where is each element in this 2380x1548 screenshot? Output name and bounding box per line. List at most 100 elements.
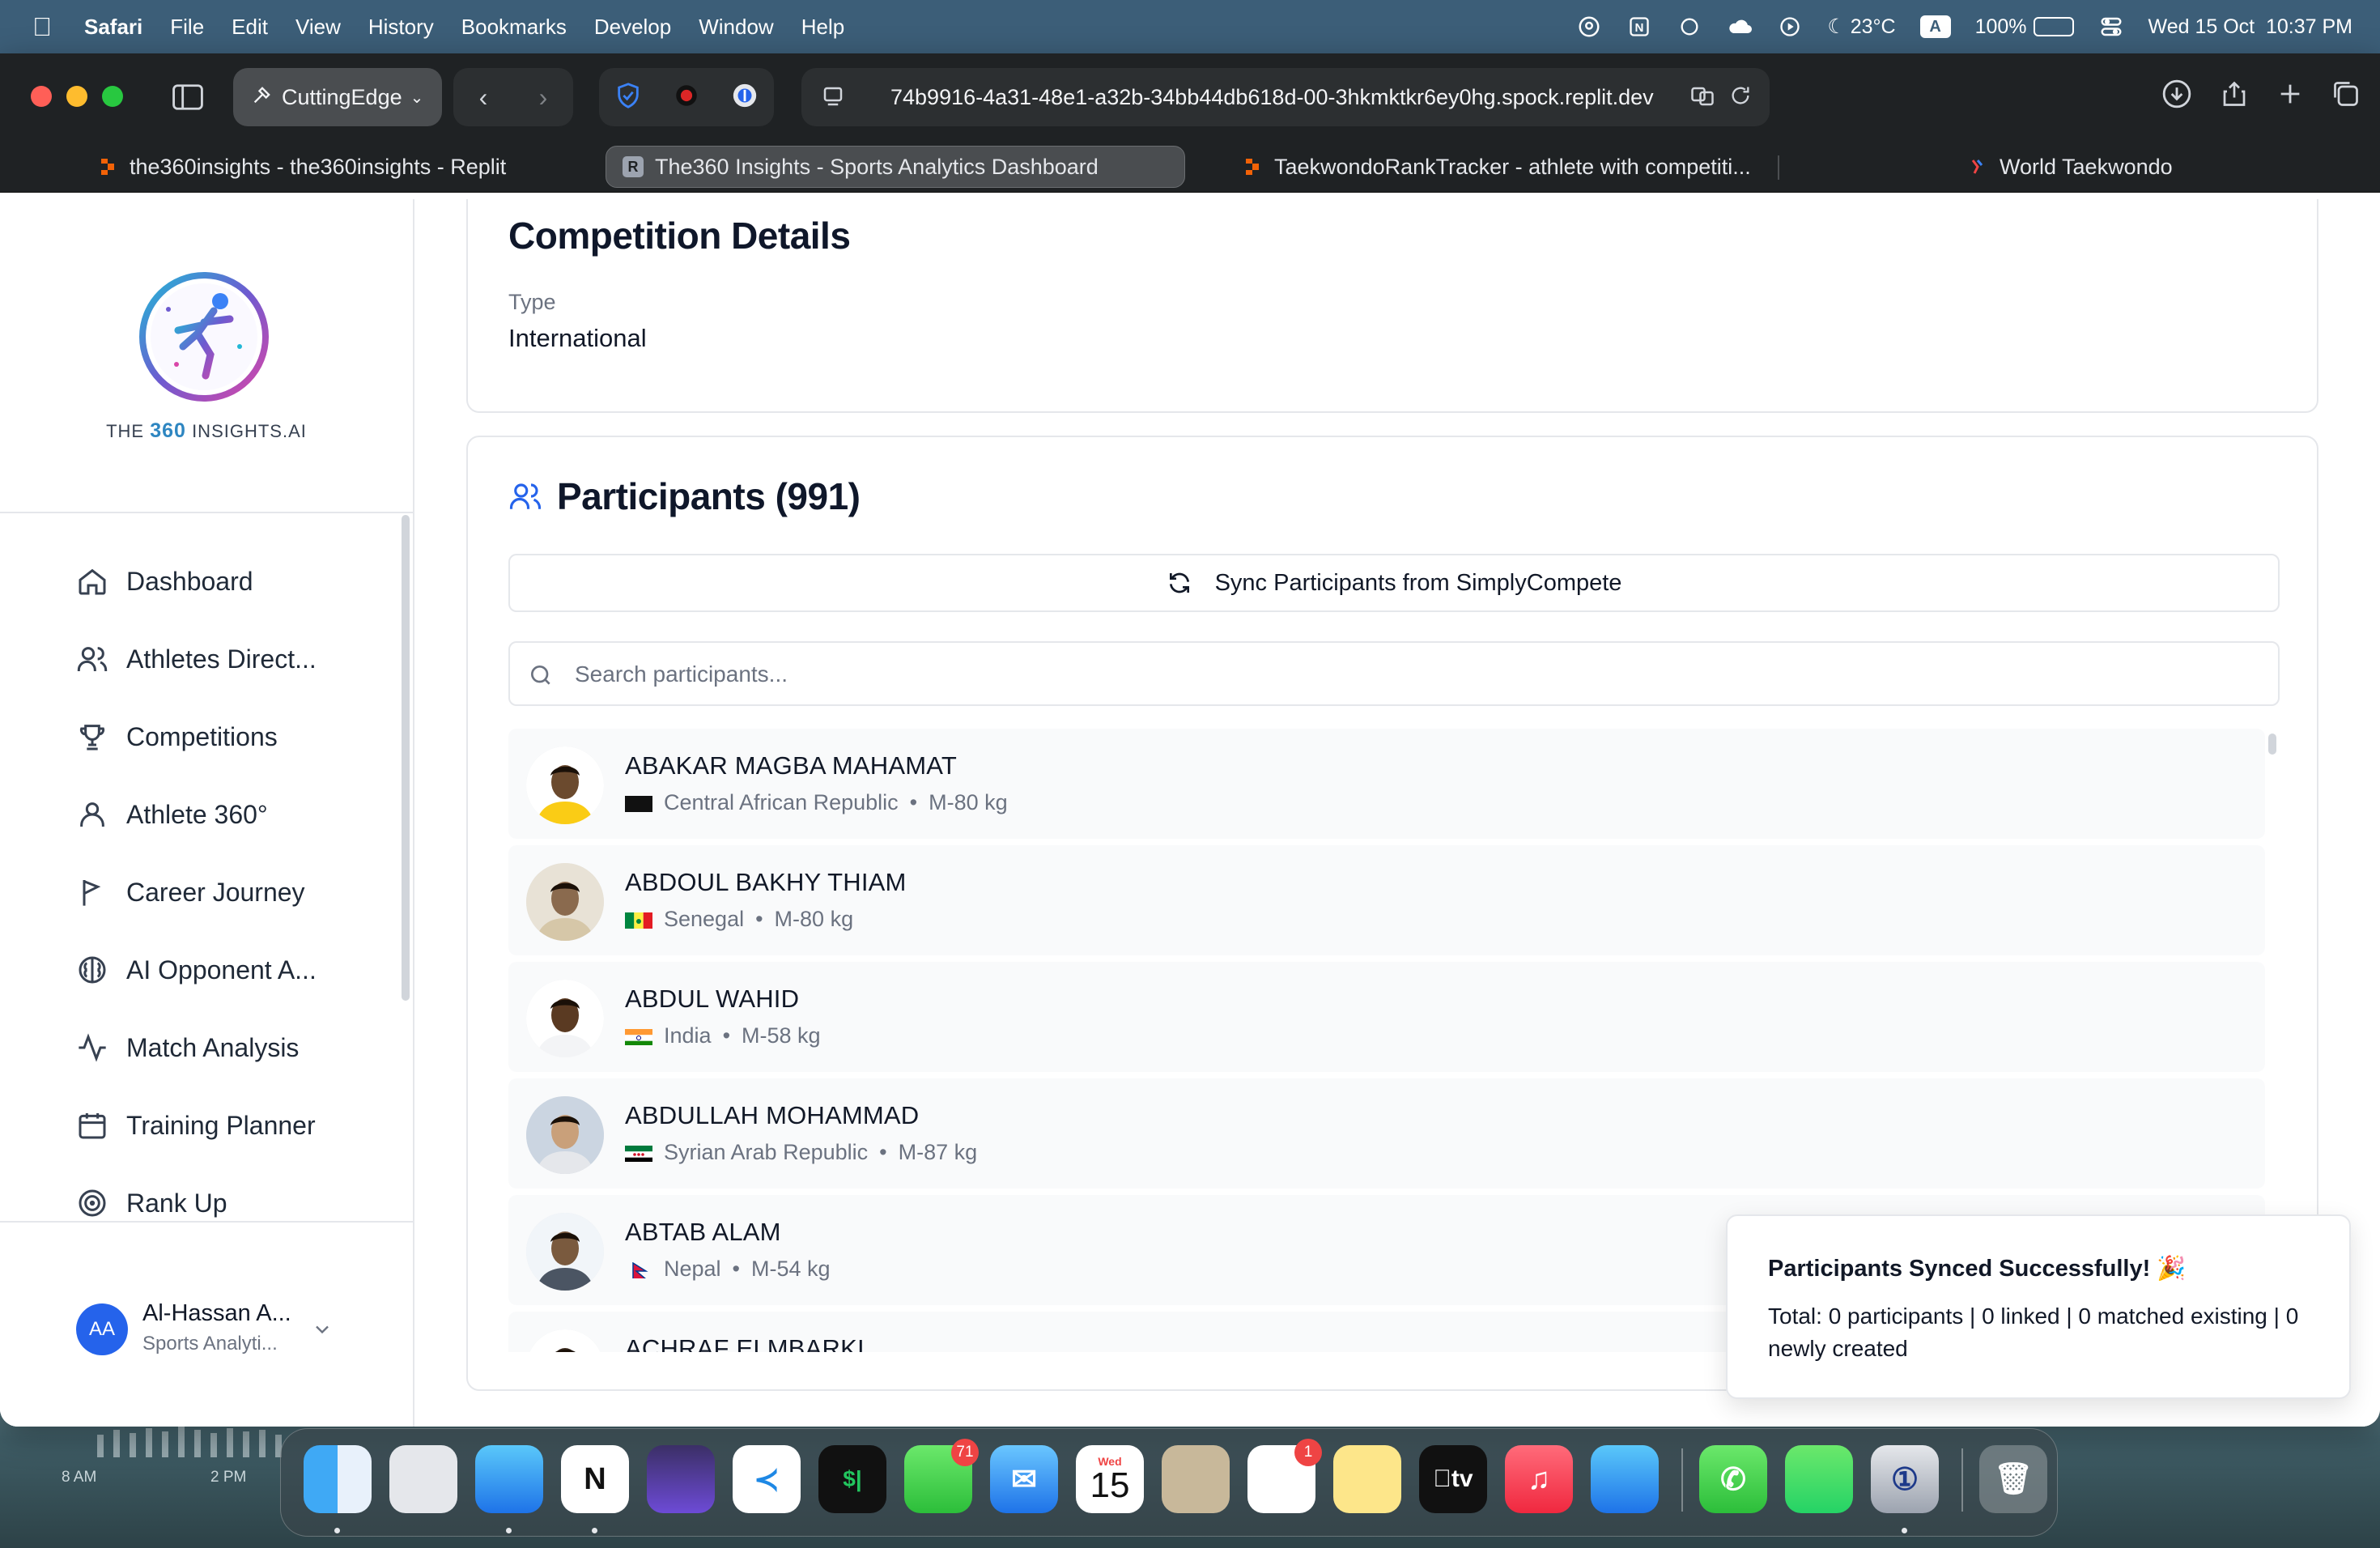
music-app-icon[interactable]: ♫ [1505,1445,1573,1513]
tab-separator [1778,155,1779,180]
menubar-clock[interactable]: Wed 15 Oct 10:37 PM [2148,15,2352,39]
sidebar-item-career-journey[interactable]: Career Journey [76,868,305,916]
sidebar-toggle-icon[interactable] [165,73,210,121]
menu-help[interactable]: Help [801,15,844,40]
sidebar-item-label: Athletes Direct... [126,644,317,674]
notes-app-icon[interactable] [1333,1445,1401,1513]
tab-overview-icon[interactable] [2331,79,2361,116]
forward-icon[interactable]: › [539,83,548,113]
menu-history[interactable]: History [368,15,434,40]
tab-title: The360 Insights - Sports Analytics Dashb… [655,154,1099,179]
tab-taekwondo-tracker[interactable]: TaekwondoRankTracker - athlete with comp… [1226,146,1776,188]
obsidian-app-icon[interactable] [647,1445,715,1513]
meta-separator: • [909,790,918,814]
chevron-down-icon[interactable] [311,1318,334,1341]
calendar-app-icon[interactable]: Wed 15 [1076,1445,1144,1513]
moon-icon: ☾ [1827,15,1846,38]
input-source-badge[interactable]: A [1919,15,1951,38]
password-extension-icon[interactable] [731,82,759,113]
sidebar-item-athletes-directory[interactable]: Athletes Direct... [76,635,317,683]
terminal-app-icon[interactable]: $| [818,1445,886,1513]
sidebar-nav: Dashboard Athletes Direct... Competition… [0,539,405,1244]
user-profile[interactable]: AA Al-Hassan A... Sports Analyti... [0,1221,413,1427]
vscode-app-icon[interactable]: ≺ [733,1445,801,1513]
finder-app-icon[interactable] [304,1445,372,1513]
play-circle-icon[interactable] [1777,14,1803,40]
logo-area: THE 360 INSIGHTS.AI [0,199,413,513]
trash-app-icon[interactable]: 🗑 [1979,1445,2047,1513]
app-logo[interactable] [136,269,272,405]
close-window-button[interactable] [31,86,52,107]
translate-icon[interactable] [1690,84,1715,114]
appstore-app-icon[interactable] [1591,1445,1659,1513]
sidebar-item-ai-opponent[interactable]: AI Opponent A... [76,946,317,994]
page-menu-icon[interactable] [821,84,847,110]
notification-badge: 1 [1294,1439,1322,1466]
phone-app-icon[interactable]: ✆ [1699,1445,1767,1513]
menu-edit[interactable]: Edit [232,15,268,40]
participant-row[interactable]: ABDOUL BAKHY THIAM Senegal • M-80 kg [508,845,2265,955]
profile-switcher[interactable]: CuttingEdge ⌄ [233,68,442,126]
shield-extension-icon[interactable] [614,82,642,113]
messages-app-icon[interactable]: 71 [904,1439,979,1513]
1password-app-icon[interactable]: ① [1871,1445,1939,1513]
downloads-icon[interactable] [2161,79,2192,117]
reload-icon[interactable] [1729,84,1752,114]
list-scrollbar[interactable] [2268,734,2276,755]
appletv-app-icon[interactable]: tv [1419,1445,1487,1513]
toast-notification[interactable]: Participants Synced Successfully! 🎉 Tota… [1726,1214,2351,1399]
password-icon[interactable] [1576,14,1602,40]
minimize-window-button[interactable] [66,86,87,107]
circle-icon[interactable] [1677,14,1702,40]
menu-file[interactable]: File [170,15,204,40]
new-tab-icon[interactable] [2276,80,2304,115]
battery-indicator[interactable]: 100% [1975,15,2074,39]
menu-develop[interactable]: Develop [594,15,671,40]
launchpad-app-icon[interactable] [389,1445,457,1513]
zoom-window-button[interactable] [102,86,123,107]
apple-icon[interactable]:  [32,12,52,42]
tab-dashboard[interactable]: R The360 Insights - Sports Analytics Das… [606,146,1185,188]
sidebar-item-training-planner[interactable]: Training Planner [76,1101,316,1150]
notion-app-icon[interactable]: N [561,1445,629,1513]
participant-row[interactable]: ABAKAR MAGBA MAHAMAT Central African Repu… [508,729,2265,839]
weather-indicator[interactable]: ☾ 23°C [1827,15,1895,39]
participant-country: Syrian Arab Republic [664,1140,869,1164]
tab-world-taekwondo[interactable]: World Taekwondo [1951,146,2291,188]
participant-row[interactable]: ABDUL WAHID India • M-58 kg [508,962,2265,1072]
address-bar[interactable]: 74b9916-4a31-48e1-a32b-34bb44db618d-00-3… [801,68,1770,126]
bug-extension-icon[interactable] [673,82,700,113]
participant-name: ACHRAF ELMBARKI [625,1334,865,1352]
cloud-icon[interactable] [1727,14,1753,40]
participant-avatar [526,980,604,1057]
control-center-icon[interactable] [2098,14,2124,40]
notion-menubar-icon[interactable]: N [1626,14,1652,40]
participant-row[interactable]: ABDULLAH MOHAMMAD Syrian Arab Republic • M-… [508,1078,2265,1189]
safari-app-icon[interactable] [475,1445,543,1513]
sidebar-item-rank-up[interactable]: Rank Up [76,1179,227,1227]
country-flag-icon [625,1261,652,1278]
sync-participants-button[interactable]: Sync Participants from SimplyCompete [508,554,2280,612]
svg-text:N: N [1635,21,1644,35]
share-icon[interactable] [2220,79,2249,117]
menu-window[interactable]: Window [699,15,773,40]
tv-label: tv [1433,1465,1473,1492]
sidebar-item-competitions[interactable]: Competitions [76,712,278,761]
whatsapp-app-icon[interactable] [1785,1445,1853,1513]
running-indicator [334,1528,340,1533]
contacts-app-icon[interactable] [1162,1445,1230,1513]
sidebar-item-dashboard[interactable]: Dashboard [76,557,253,606]
tab-replit[interactable]: the360insights - the360insights - Replit [81,146,583,188]
sidebar-scrollbar[interactable] [402,515,410,1001]
type-label: Type [508,290,556,314]
mail-app-icon[interactable]: ✉ [990,1445,1058,1513]
menu-view[interactable]: View [295,15,341,40]
menu-app-name[interactable]: Safari [84,15,142,40]
sidebar-item-athlete-360[interactable]: Athlete 360° [76,790,268,839]
back-icon[interactable]: ‹ [479,83,488,113]
participant-avatar [526,746,604,824]
menu-bookmarks[interactable]: Bookmarks [461,15,567,40]
sidebar-item-match-analysis[interactable]: Match Analysis [76,1023,299,1072]
reminders-app-icon[interactable]: 1 [1247,1439,1322,1513]
search-input[interactable] [575,654,2259,695]
